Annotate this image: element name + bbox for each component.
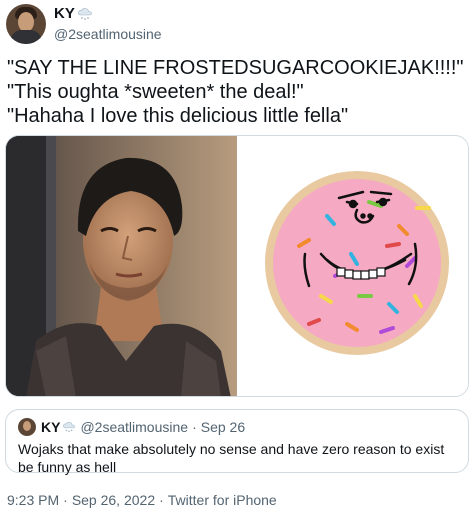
author-display-name[interactable]: KY bbox=[54, 5, 75, 23]
quoted-handle[interactable]: @2seatlimousine bbox=[80, 419, 188, 435]
quoted-date[interactable]: Sep 26 bbox=[201, 419, 245, 435]
separator: · bbox=[192, 419, 197, 435]
tweet-media bbox=[5, 135, 469, 397]
avatar[interactable] bbox=[6, 4, 46, 44]
tweet-time[interactable]: 9:23 PM bbox=[7, 492, 59, 508]
frosted-sugar-cookie-wojak[interactable] bbox=[239, 136, 468, 396]
cloud-snow-icon bbox=[63, 421, 76, 433]
quoted-display-name[interactable]: KY bbox=[41, 419, 60, 435]
cloud-snow-icon bbox=[77, 8, 92, 20]
author-names: KY @2seatlimousine bbox=[54, 5, 162, 43]
tweet-source[interactable]: Twitter for iPhone bbox=[168, 492, 277, 508]
tweet-header: KY @2seatlimousine bbox=[6, 4, 162, 44]
author-handle[interactable]: @2seatlimousine bbox=[54, 25, 162, 43]
quoted-tweet-header: KY @2seatlimousine · Sep 26 bbox=[18, 418, 456, 436]
tweet-line: "Hahaha I love this delicious little fel… bbox=[7, 105, 349, 127]
man-photo-illustration bbox=[6, 136, 237, 396]
tweet-line: "SAY THE LINE FROSTEDSUGARCOOKIEJAK!!!!" bbox=[7, 57, 464, 79]
tweet-line: "This oughta *sweeten* the deal!" bbox=[7, 81, 304, 103]
separator: · bbox=[159, 492, 164, 508]
quoted-tweet[interactable]: KY @2seatlimousine · Sep 26 Wojaks that … bbox=[5, 409, 469, 475]
tweet-date[interactable]: Sep 26, 2022 bbox=[72, 492, 155, 508]
quoted-tweet-text: Wojaks that make absolutely no sense and… bbox=[18, 441, 445, 475]
cookie-wojak-illustration bbox=[265, 171, 449, 355]
tweet-text: "SAY THE LINE FROSTEDSUGARCOOKIEJAK!!!!"… bbox=[7, 56, 467, 128]
separator: · bbox=[63, 492, 68, 508]
quoted-avatar[interactable] bbox=[18, 418, 36, 436]
tweet-meta: 9:23 PM · Sep 26, 2022 · Twitter for iPh… bbox=[7, 492, 277, 508]
photo-of-man[interactable] bbox=[6, 136, 237, 396]
